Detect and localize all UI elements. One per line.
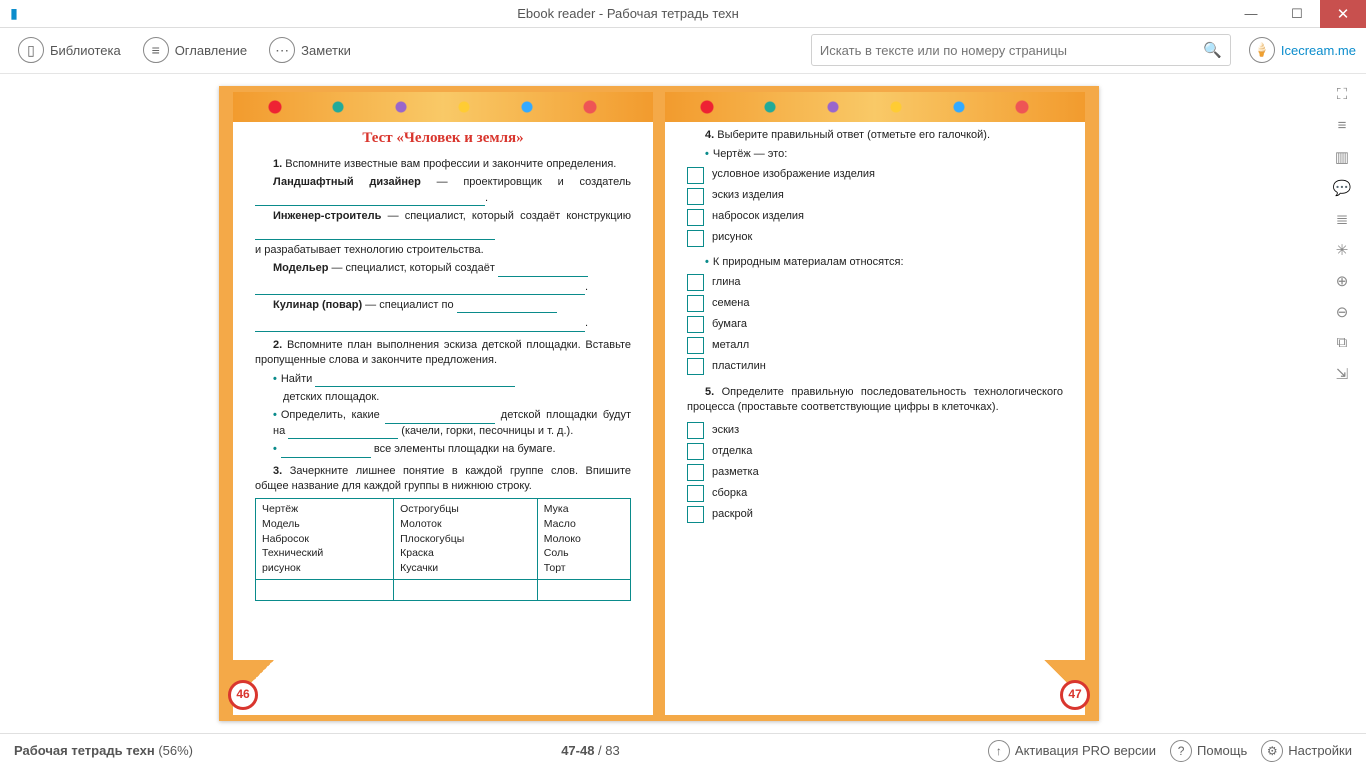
message-icon[interactable]: 💬 bbox=[1332, 179, 1352, 199]
page-spread: Тест «Человек и земля» 1. Вспомните изве… bbox=[219, 86, 1099, 721]
fullscreen-icon[interactable]: ⛶ bbox=[1332, 86, 1352, 106]
gear-icon: ⚙ bbox=[1261, 740, 1283, 762]
toolbar: ▯ Библиотека ≡ Оглавление ⋯ Заметки 🔍 🍦 Icec… bbox=[0, 28, 1366, 74]
page-decoration bbox=[665, 92, 1085, 122]
help-button[interactable]: ? Помощь bbox=[1170, 740, 1247, 762]
pro-button[interactable]: ↑ Активация PRO версии bbox=[988, 740, 1156, 762]
reader-viewport: Тест «Человек и земля» 1. Вспомните изве… bbox=[0, 74, 1318, 733]
notes-button[interactable]: ⋯ Заметки bbox=[261, 33, 359, 67]
page-left: Тест «Человек и земля» 1. Вспомните изве… bbox=[219, 86, 659, 721]
toc-label: Оглавление bbox=[175, 43, 247, 58]
search-box[interactable]: 🔍 bbox=[811, 34, 1231, 66]
book-icon: ▯ bbox=[18, 37, 44, 63]
comment-icon: ⋯ bbox=[269, 37, 295, 63]
page-title: Тест «Человек и земля» bbox=[255, 128, 631, 149]
titlebar: ▮ Ebook reader - Рабочая тетрадь техн — … bbox=[0, 0, 1366, 28]
status-total: / 83 bbox=[594, 743, 619, 758]
brightness-icon[interactable]: ✳ bbox=[1332, 241, 1352, 261]
content-area: Тест «Человек и земля» 1. Вспомните изве… bbox=[0, 74, 1366, 733]
word-groups-table: ЧертёжМодельНабросокТехническийрисунок О… bbox=[255, 498, 631, 601]
statusbar: Рабочая тетрадь техн (56%) 47-48 / 83 ↑ А… bbox=[0, 733, 1366, 768]
status-pages: 47-48 bbox=[561, 743, 594, 758]
brand-label: Icecream.me bbox=[1281, 43, 1356, 58]
zoom-out-icon[interactable]: ⊖ bbox=[1332, 303, 1352, 323]
settings-label: Настройки bbox=[1288, 743, 1352, 758]
notes-label: Заметки bbox=[301, 43, 351, 58]
status-book-title: Рабочая тетрадь техн bbox=[14, 743, 155, 758]
toc-button[interactable]: ≡ Оглавление bbox=[135, 33, 255, 67]
search-icon[interactable]: 🔍 bbox=[1203, 41, 1222, 59]
library-label: Библиотека bbox=[50, 43, 121, 58]
maximize-button[interactable]: ☐ bbox=[1274, 0, 1320, 28]
lines-icon[interactable]: ≣ bbox=[1332, 210, 1352, 230]
page-right: 4. Выберите правильный ответ (отметьте е… bbox=[659, 86, 1099, 721]
help-label: Помощь bbox=[1197, 743, 1247, 758]
page-decoration bbox=[233, 92, 653, 122]
copy-icon[interactable]: ⧉ bbox=[1332, 334, 1352, 354]
minimize-button[interactable]: — bbox=[1228, 0, 1274, 28]
zoom-in-icon[interactable]: ⊕ bbox=[1332, 272, 1352, 292]
brand-link[interactable]: 🍦 Icecream.me bbox=[1249, 37, 1356, 63]
side-tools: ⛶ ≡ ▥ 💬 ≣ ✳ ⊕ ⊖ ⧉ ⇲ bbox=[1318, 74, 1366, 733]
search-input[interactable] bbox=[820, 43, 1203, 58]
status-percent: (56%) bbox=[158, 743, 193, 758]
up-arrow-icon: ↑ bbox=[988, 740, 1010, 762]
app-icon: ▮ bbox=[0, 0, 28, 28]
window-title: Ebook reader - Рабочая тетрадь техн bbox=[28, 6, 1228, 21]
columns-icon[interactable]: ≡ bbox=[1332, 117, 1352, 137]
page-number-right: 47 bbox=[1060, 680, 1090, 710]
close-button[interactable]: ✕ bbox=[1320, 0, 1366, 28]
library-button[interactable]: ▯ Библиотека bbox=[10, 33, 129, 67]
page-number-left: 46 bbox=[228, 680, 258, 710]
bookmark-icon[interactable]: ▥ bbox=[1332, 148, 1352, 168]
export-icon[interactable]: ⇲ bbox=[1332, 365, 1352, 385]
settings-button[interactable]: ⚙ Настройки bbox=[1261, 740, 1352, 762]
icecream-icon: 🍦 bbox=[1249, 37, 1275, 63]
question-icon: ? bbox=[1170, 740, 1192, 762]
pro-label: Активация PRO версии bbox=[1015, 743, 1156, 758]
list-icon: ≡ bbox=[143, 37, 169, 63]
